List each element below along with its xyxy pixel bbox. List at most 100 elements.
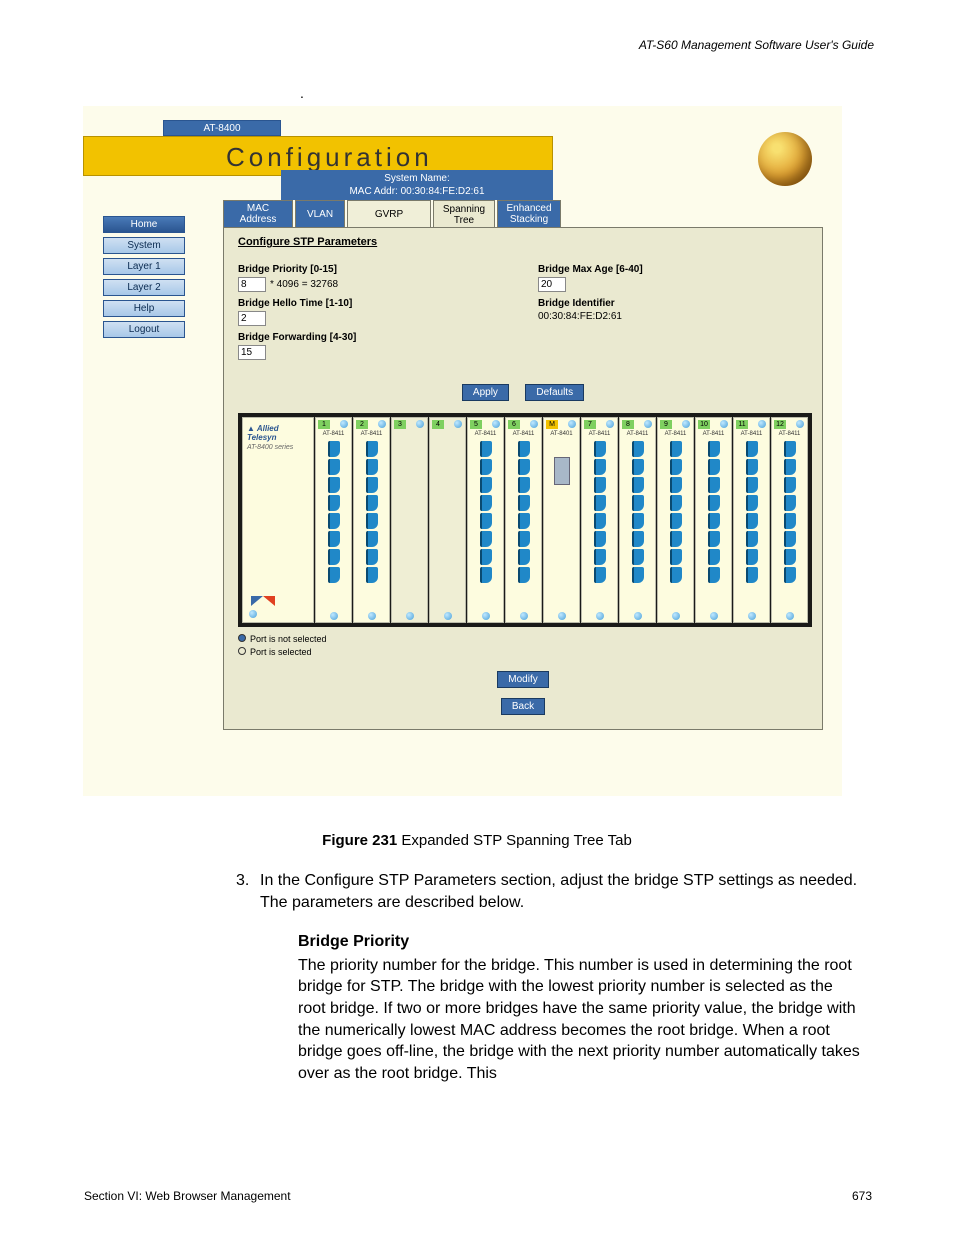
port-icon[interactable] [518,567,530,583]
port-icon[interactable] [746,459,758,475]
bridge-priority-input[interactable] [238,277,266,292]
port-icon[interactable] [594,549,606,565]
port-icon[interactable] [366,441,378,457]
bridge-maxage-input[interactable] [538,277,566,292]
nav-system[interactable]: System [103,237,185,254]
port-icon[interactable] [708,495,720,511]
tab-spanning-tree[interactable]: Spanning Tree [433,200,495,228]
chassis-slot-M[interactable]: MAT-8401 [543,417,580,623]
chassis-slot-2[interactable]: 2AT-8411 [353,417,390,623]
back-button[interactable]: Back [501,698,545,715]
port-icon[interactable] [784,477,796,493]
bridge-forwarding-input[interactable] [238,345,266,360]
port-icon[interactable] [784,531,796,547]
port-icon[interactable] [366,513,378,529]
port-icon[interactable] [670,495,682,511]
port-icon[interactable] [746,495,758,511]
port-icon[interactable] [518,495,530,511]
port-icon[interactable] [746,549,758,565]
chassis-slot-1[interactable]: 1AT-8411 [315,417,352,623]
apply-button[interactable]: Apply [462,384,509,401]
port-icon[interactable] [366,549,378,565]
port-icon[interactable] [708,513,720,529]
port-icon[interactable] [328,549,340,565]
port-icon[interactable] [328,459,340,475]
port-icon[interactable] [632,441,644,457]
port-icon[interactable] [708,549,720,565]
port-icon[interactable] [480,513,492,529]
port-icon[interactable] [784,567,796,583]
chassis-slot-7[interactable]: 7AT-8411 [581,417,618,623]
port-icon[interactable] [518,477,530,493]
chassis-slot-4[interactable]: 4 [429,417,466,623]
port-icon[interactable] [708,477,720,493]
port-icon[interactable] [746,567,758,583]
port-icon[interactable] [708,441,720,457]
chassis-slot-12[interactable]: 12AT-8411 [771,417,808,623]
port-icon[interactable] [670,459,682,475]
port-icon[interactable] [784,441,796,457]
port-icon[interactable] [594,459,606,475]
port-icon[interactable] [480,459,492,475]
port-icon[interactable] [518,441,530,457]
port-icon[interactable] [594,495,606,511]
port-icon[interactable] [366,459,378,475]
port-icon[interactable] [594,567,606,583]
port-icon[interactable] [328,441,340,457]
port-icon[interactable] [784,513,796,529]
port-icon[interactable] [746,441,758,457]
port-icon[interactable] [518,531,530,547]
nav-layer1[interactable]: Layer 1 [103,258,185,275]
port-icon[interactable] [632,495,644,511]
port-icon[interactable] [632,477,644,493]
port-icon[interactable] [784,459,796,475]
port-icon[interactable] [366,477,378,493]
port-icon[interactable] [632,531,644,547]
port-icon[interactable] [670,513,682,529]
port-icon[interactable] [594,477,606,493]
port-icon[interactable] [670,549,682,565]
port-icon[interactable] [366,567,378,583]
port-icon[interactable] [784,549,796,565]
chassis-slot-5[interactable]: 5AT-8411 [467,417,504,623]
nav-layer2[interactable]: Layer 2 [103,279,185,296]
port-icon[interactable] [632,549,644,565]
port-icon[interactable] [480,567,492,583]
tab-enhanced-stacking[interactable]: Enhanced Stacking [497,200,561,228]
modify-button[interactable]: Modify [497,671,548,688]
port-icon[interactable] [480,495,492,511]
port-icon[interactable] [480,531,492,547]
port-icon[interactable] [480,477,492,493]
port-icon[interactable] [518,459,530,475]
nav-home[interactable]: Home [103,216,185,233]
chassis-slot-3[interactable]: 3 [391,417,428,623]
port-icon[interactable] [594,513,606,529]
port-icon[interactable] [708,459,720,475]
port-icon[interactable] [632,459,644,475]
port-icon[interactable] [480,441,492,457]
tab-gvrp[interactable]: GVRP [347,200,431,228]
port-icon[interactable] [328,495,340,511]
chassis-slot-8[interactable]: 8AT-8411 [619,417,656,623]
port-icon[interactable] [746,513,758,529]
chassis-slot-9[interactable]: 9AT-8411 [657,417,694,623]
port-icon[interactable] [518,513,530,529]
port-icon[interactable] [746,477,758,493]
port-icon[interactable] [670,531,682,547]
port-icon[interactable] [366,531,378,547]
tab-mac-address[interactable]: MAC Address [223,200,293,228]
port-icon[interactable] [328,531,340,547]
port-icon[interactable] [328,567,340,583]
port-icon[interactable] [670,441,682,457]
port-icon[interactable] [328,477,340,493]
chassis-slot-10[interactable]: 10AT-8411 [695,417,732,623]
port-icon[interactable] [594,531,606,547]
port-icon[interactable] [366,495,378,511]
nav-logout[interactable]: Logout [103,321,185,338]
port-icon[interactable] [708,567,720,583]
port-icon[interactable] [518,549,530,565]
bridge-hello-input[interactable] [238,311,266,326]
port-icon[interactable] [480,549,492,565]
port-icon[interactable] [784,495,796,511]
port-icon[interactable] [328,513,340,529]
